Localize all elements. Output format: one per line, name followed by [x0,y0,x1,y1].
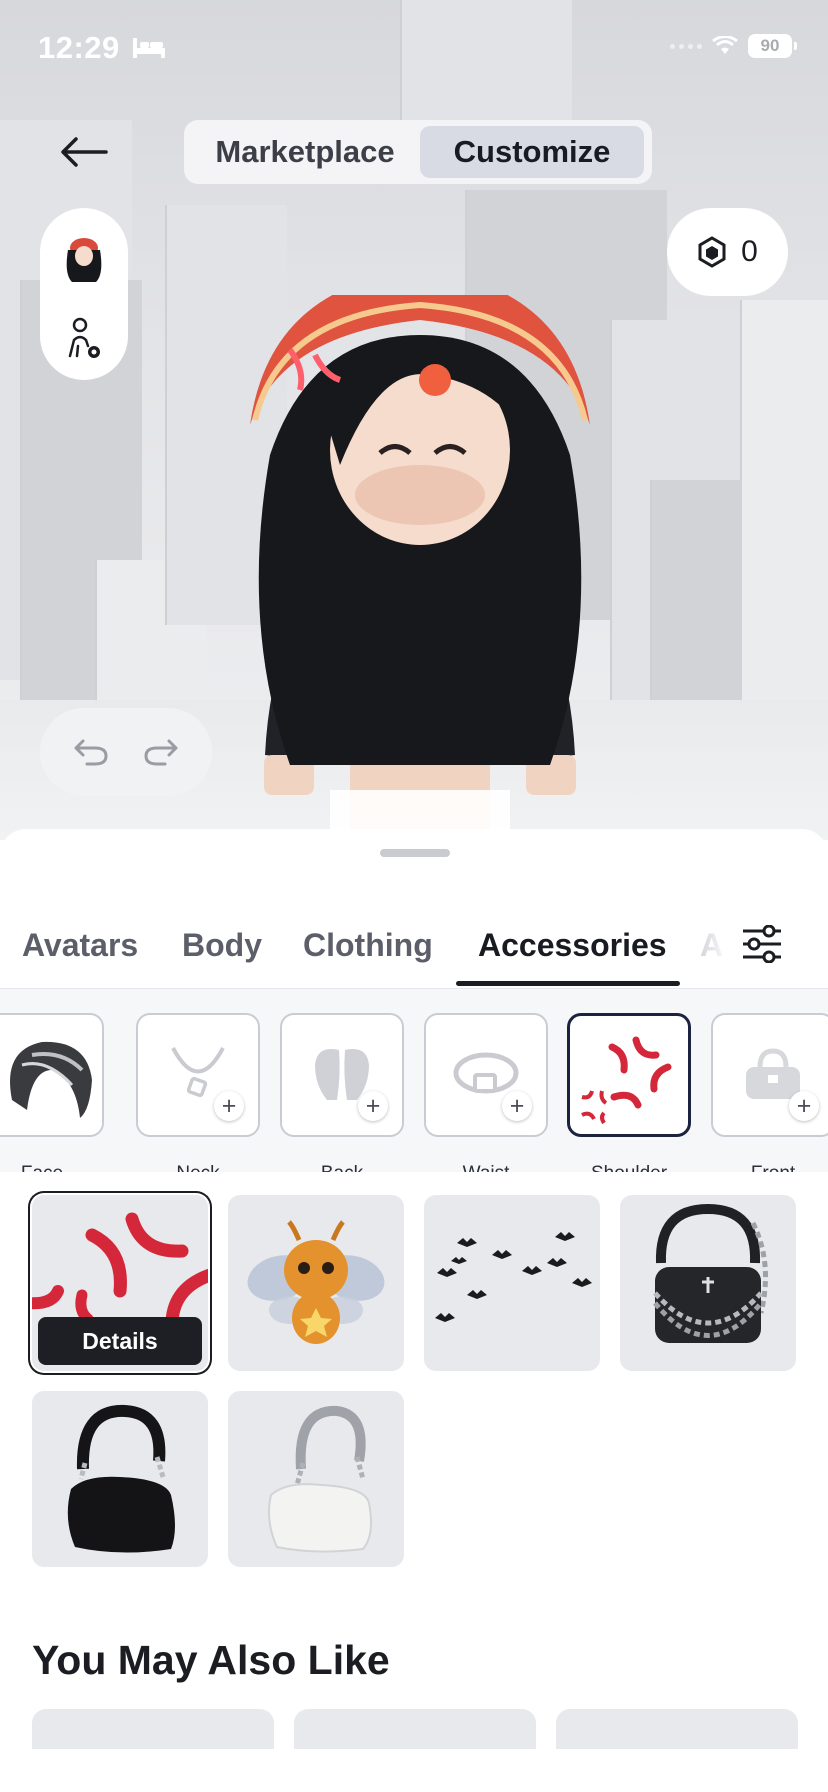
recommendation-card[interactable] [32,1709,274,1749]
arrow-left-icon [61,137,108,167]
bats-thumbnail [435,1232,592,1322]
subcategory-label: Front [711,1163,828,1172]
item-card-bats[interactable] [424,1195,600,1371]
subcategory-label: Back [280,1163,404,1172]
add-icon: + [502,1091,532,1121]
tab-avatars[interactable]: Avatars [22,927,138,964]
subcategory-label: Shoulder [567,1163,691,1172]
battery-indicator: 90 [748,34,797,58]
add-icon: + [789,1091,819,1121]
subcategory-back[interactable]: + Back [280,1013,404,1172]
subcategory-label: Waist [424,1163,548,1172]
status-time: 12:29 [38,30,120,65]
accessory-subcategory-strip: Face + Neck + Back [0,989,828,1172]
mode-switcher: Marketplace Customize [184,120,652,184]
tab-body[interactable]: Body [182,927,262,964]
hair-icon [10,1041,92,1118]
item-card-chain-purse[interactable] [620,1195,796,1371]
you-may-also-like-title: You May Also Like [32,1637,390,1683]
undo-redo-controls [40,708,212,796]
marketplace-tab[interactable]: Marketplace [190,126,420,178]
customize-tab[interactable]: Customize [420,126,644,178]
item-card-black-shoulder-bag[interactable] [32,1391,208,1567]
recommendation-card[interactable] [294,1709,536,1749]
undo-icon[interactable] [73,737,109,767]
subcategory-shoulder[interactable]: Shoulder [567,1013,691,1172]
redo-icon[interactable] [143,737,179,767]
subcategory-face[interactable]: Face [0,1013,104,1172]
cellular-signal-icon [670,43,702,49]
avatar-figure [250,295,590,840]
wifi-icon [712,36,738,54]
sliders-icon [743,925,781,963]
add-icon: + [214,1091,244,1121]
chain-purse-thumbnail [653,1203,768,1343]
back-button[interactable] [54,128,114,176]
details-button[interactable]: Details [38,1317,202,1365]
recommendation-card[interactable] [556,1709,798,1749]
robux-icon [698,236,726,268]
shoulder-slot[interactable] [567,1013,691,1137]
robux-balance-button[interactable]: 0 [667,208,788,296]
front-slot[interactable]: + [711,1013,828,1137]
add-icon: + [358,1091,388,1121]
category-tabs: Avatars Body Clothing Accessories A [0,889,828,986]
subcategory-label: Face [0,1163,104,1172]
sheet-drag-handle[interactable] [380,849,450,857]
subcategory-front[interactable]: + Front [711,1013,828,1172]
tab-accessories[interactable]: Accessories [478,927,667,964]
item-card-white-shoulder-bag[interactable] [228,1391,404,1567]
avatar-thumbnail[interactable] [62,236,106,284]
background-building [400,0,572,120]
sleep-focus-icon [133,38,165,58]
subcategory-label: Neck [136,1163,260,1172]
avatar-settings-icon[interactable] [64,316,104,362]
face-slot[interactable] [0,1013,104,1137]
subcategory-waist[interactable]: + Waist [424,1013,548,1172]
robux-amount: 0 [741,235,758,268]
item-card-bee-fairy[interactable] [228,1195,404,1371]
waist-slot[interactable]: + [424,1013,548,1137]
background-building [650,480,742,720]
tabs-fade [690,919,730,979]
white-bag-thumbnail [268,1405,372,1553]
black-bag-thumbnail [67,1404,175,1553]
bee-fairy-thumbnail [247,1220,385,1344]
active-tab-indicator [456,981,680,986]
status-indicators: 90 [670,34,797,58]
neck-slot[interactable]: + [136,1013,260,1137]
filter-button[interactable] [738,919,786,969]
back-slot[interactable]: + [280,1013,404,1137]
customize-sheet: Avatars Body Clothing Accessories A [0,829,828,1792]
subcategory-neck[interactable]: + Neck [136,1013,260,1172]
tab-clothing[interactable]: Clothing [303,927,433,964]
anger-mark-icon [581,1036,672,1125]
item-card-anger-mark[interactable]: Details [32,1195,208,1371]
avatar-tools-panel [40,208,128,380]
